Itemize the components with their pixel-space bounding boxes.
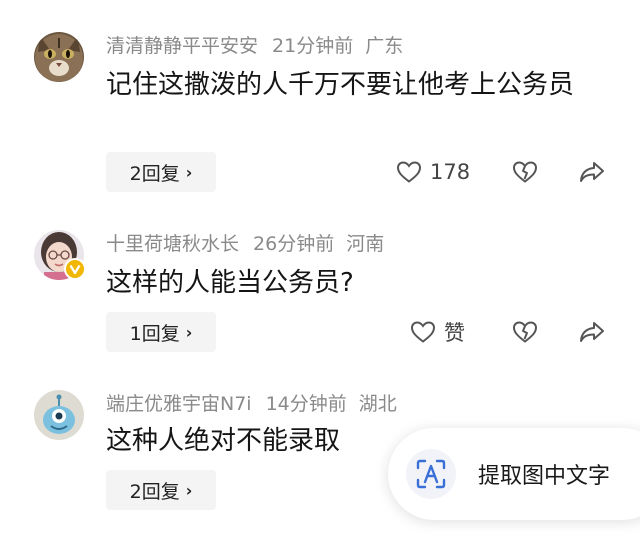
comment-time: 21分钟前 <box>272 35 354 57</box>
comment-time: 14分钟前 <box>265 393 347 415</box>
comment-actions: 赞 <box>390 312 620 352</box>
chevron-right-icon: › <box>185 322 193 342</box>
share-arrow-icon <box>580 322 604 342</box>
share-arrow-icon <box>580 162 604 182</box>
reply-count-button[interactable]: 2回复 › <box>106 152 216 192</box>
like-label: 赞 <box>444 321 465 345</box>
comment-time: 26分钟前 <box>253 233 335 255</box>
heart-icon <box>410 321 436 343</box>
reply-count-button[interactable]: 1回复 › <box>106 312 216 352</box>
comment-text: 记住这撒泼的人千万不要让他考上公务员 <box>106 70 575 100</box>
comment-meta: 十里荷塘秋水长 26分钟前 河南 <box>106 232 396 256</box>
reply-count-label: 2回复 <box>129 480 180 503</box>
alien-cartoon-avatar[interactable] <box>34 390 84 440</box>
username[interactable]: 清清静静平平安安 <box>106 35 258 57</box>
extract-text-button[interactable]: 提取图中文字 <box>388 428 640 520</box>
comment-list: 清清静静平平安安 21分钟前 广东 记住这撒泼的人千万不要让他考上公务员 2回复 › … <box>0 0 640 539</box>
text-scan-icon <box>406 449 456 499</box>
comment-location: 河南 <box>346 233 385 255</box>
chevron-right-icon: › <box>185 480 193 500</box>
like-button[interactable]: 赞 <box>410 312 465 352</box>
dislike-button[interactable] <box>512 152 538 192</box>
comment-actions: 178 <box>390 152 620 192</box>
reply-count-button[interactable]: 2回复 › <box>106 470 216 510</box>
extract-text-label: 提取图中文字 <box>478 464 611 489</box>
reply-count-label: 2回复 <box>129 162 180 185</box>
comment-location: 广东 <box>365 35 404 57</box>
comment-text: 这样的人能当公务员? <box>106 268 354 298</box>
comment-location: 湖北 <box>358 393 397 415</box>
share-button[interactable] <box>578 152 606 192</box>
comment-meta: 端庄优雅宇宙N7i 14分钟前 湖北 <box>106 392 409 416</box>
comment-item: 清清静静平平安安 21分钟前 广东 记住这撒泼的人千万不要让他考上公务员 2回复 › … <box>0 0 640 200</box>
username[interactable]: 端庄优雅宇宙N7i <box>106 393 252 415</box>
dislike-button[interactable] <box>512 312 538 352</box>
comment-meta: 清清静静平平安安 21分钟前 广东 <box>106 34 415 58</box>
broken-heart-icon <box>512 321 538 343</box>
broken-heart-icon <box>512 161 538 183</box>
like-count: 178 <box>430 160 471 184</box>
like-button[interactable]: 178 <box>396 152 470 192</box>
username[interactable]: 十里荷塘秋水长 <box>106 233 239 255</box>
cat-face-avatar[interactable] <box>34 32 84 82</box>
reply-count-label: 1回复 <box>129 322 180 345</box>
comment-item: 十里荷塘秋水长 26分钟前 河南 这样的人能当公务员? 1回复 › 赞 <box>0 200 640 370</box>
share-button[interactable] <box>578 312 606 352</box>
heart-icon <box>396 161 422 183</box>
verified-badge-icon <box>64 258 86 280</box>
chevron-right-icon: › <box>185 162 193 182</box>
